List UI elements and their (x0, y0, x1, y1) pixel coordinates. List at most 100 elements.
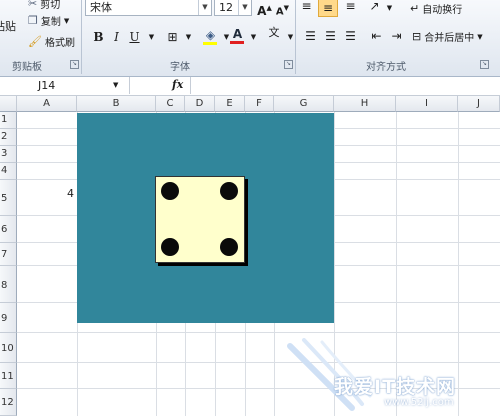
chevron-down-icon[interactable]: ▼ (113, 77, 118, 94)
paste-label: 粘贴 (0, 20, 16, 33)
column-header-d[interactable]: D (185, 96, 215, 112)
row-header-9[interactable]: 9 (0, 303, 17, 333)
font-color-dropdown[interactable]: ▼ (245, 29, 262, 45)
watermark-url: www.52ij.com (384, 397, 454, 408)
align-right-icon: ☰ (345, 29, 356, 43)
orientation-dropdown[interactable]: ▼ (381, 0, 398, 16)
align-top-button[interactable]: ≡ (298, 0, 315, 14)
dice-shape[interactable] (155, 176, 245, 263)
underline-dropdown[interactable]: ▼ (143, 29, 160, 45)
column-header-a[interactable]: A (17, 96, 77, 112)
row-header-6[interactable]: 6 (0, 216, 17, 243)
format-painter-label: 格式刷 (44, 38, 75, 49)
column-header-e[interactable]: E (215, 96, 245, 112)
row-header-10[interactable]: 10 (0, 333, 17, 363)
font-size-combo[interactable]: 12 ▼ (214, 0, 252, 16)
paint-bucket-icon: ◈ (205, 28, 216, 42)
borders-button[interactable]: ⊞ (164, 29, 181, 45)
name-box-value: J14 (38, 79, 56, 92)
merge-center-label: 合并后居中 (424, 33, 475, 44)
chevron-down-icon[interactable]: ▼ (198, 0, 211, 15)
fill-color-button[interactable]: ◈ (202, 27, 219, 45)
fx-icon[interactable]: fx (172, 78, 183, 91)
borders-icon: ⊞ (167, 30, 178, 44)
watermark: 我爱IT技术网 www.52ij.com (282, 338, 500, 416)
italic-button[interactable]: I (108, 29, 125, 45)
decrease-indent-button[interactable]: ⇤ (368, 28, 385, 44)
font-launcher-icon[interactable]: ↘ (284, 60, 293, 69)
select-all-button[interactable] (0, 96, 17, 112)
column-header-j[interactable]: J (458, 96, 500, 112)
column-header-f[interactable]: F (245, 96, 274, 112)
increase-indent-button[interactable]: ⇥ (388, 28, 405, 44)
font-name-combo[interactable]: 宋体 ▼ (85, 0, 212, 16)
alignment-launcher-icon[interactable]: ↘ (480, 60, 489, 69)
row-header-8[interactable]: 8 (0, 266, 17, 303)
chevron-down-icon[interactable]: ▼ (477, 33, 482, 41)
chevron-down-icon: ▼ (185, 33, 192, 41)
align-right-button[interactable]: ☰ (342, 28, 359, 44)
font-group-label: 字体 (170, 62, 190, 73)
watermark-title: 我爱IT技术网 (334, 376, 457, 398)
formula-input[interactable] (190, 77, 500, 94)
fill-color-swatch (203, 42, 217, 45)
underline-button[interactable]: U (126, 29, 143, 45)
align-center-button[interactable]: ☰ (322, 28, 339, 44)
merge-center-button[interactable]: ⊟ 合并后居中 ▼ (412, 29, 483, 45)
column-header-i[interactable]: I (396, 96, 458, 112)
italic-icon: I (114, 30, 119, 44)
row-header-12[interactable]: 12 (0, 389, 17, 416)
align-left-icon: ☰ (305, 29, 316, 43)
column-header-g[interactable]: G (274, 96, 334, 112)
align-center-icon: ☰ (325, 29, 336, 43)
column-header-h[interactable]: H (334, 96, 396, 112)
row-header-2[interactable]: 2 (0, 129, 17, 146)
decrease-indent-icon: ⇤ (371, 29, 382, 43)
copy-icon: ❐ (28, 13, 38, 27)
shrink-font-icon: A (275, 6, 284, 18)
phonetic-icon: 文 (268, 26, 280, 39)
column-header-b[interactable]: B (77, 96, 156, 112)
phonetic-button[interactable]: 文 (264, 25, 284, 41)
font-color-icon: A (232, 27, 243, 41)
align-middle-button[interactable]: ≡ (318, 0, 338, 17)
align-left-button[interactable]: ☰ (302, 28, 319, 44)
underline-icon: U (129, 30, 140, 44)
font-name-value: 宋体 (90, 1, 112, 14)
row-header-7[interactable]: 7 (0, 243, 17, 266)
phonetic-dropdown[interactable]: ▼ (282, 29, 299, 45)
copy-dropdown-icon[interactable]: ▼ (64, 17, 69, 25)
align-bottom-icon: ≡ (345, 0, 356, 13)
formula-bar: J14 ▼ fx (0, 77, 500, 96)
wrap-text-icon: ↵ (410, 1, 420, 15)
dice-pip (220, 238, 238, 256)
grow-font-button[interactable]: A▲ (256, 0, 273, 18)
shrink-font-button[interactable]: A▼ (274, 0, 291, 18)
row-header-11[interactable]: 11 (0, 363, 17, 389)
row-header-5[interactable]: 5 (0, 180, 17, 216)
paste-button[interactable]: 粘贴 (0, 18, 16, 34)
cell-a5[interactable]: 4 (67, 187, 74, 200)
chevron-down-icon: ▼ (287, 33, 294, 41)
group-divider (295, 0, 296, 74)
row-header-1[interactable]: 1 (0, 112, 17, 129)
chevron-down-icon: ▼ (148, 33, 155, 41)
font-color-button[interactable]: A (229, 26, 246, 44)
align-bottom-button[interactable]: ≡ (342, 0, 359, 14)
clipboard-launcher-icon[interactable]: ↘ (70, 60, 79, 69)
row-header-3[interactable]: 3 (0, 146, 17, 163)
column-header-c[interactable]: C (156, 96, 185, 112)
row-header-4[interactable]: 4 (0, 163, 17, 180)
bold-button[interactable]: B (90, 29, 107, 45)
copy-label: 复制 (40, 17, 61, 28)
merge-cells-icon: ⊟ (412, 29, 422, 43)
wrap-text-button[interactable]: ↵ 自动换行 (410, 1, 462, 17)
format-painter-button[interactable]: 🖌 格式刷 (28, 34, 75, 50)
borders-dropdown[interactable]: ▼ (180, 29, 197, 45)
cut-button[interactable]: ✂ 剪切 (28, 0, 60, 11)
text-orientation-icon: ↗ (369, 0, 380, 13)
copy-button[interactable]: ❐ 复制 ▼ (28, 13, 69, 29)
chevron-down-icon[interactable]: ▼ (238, 0, 251, 15)
name-box[interactable]: J14 ▼ (0, 77, 130, 94)
gridline (17, 332, 500, 333)
